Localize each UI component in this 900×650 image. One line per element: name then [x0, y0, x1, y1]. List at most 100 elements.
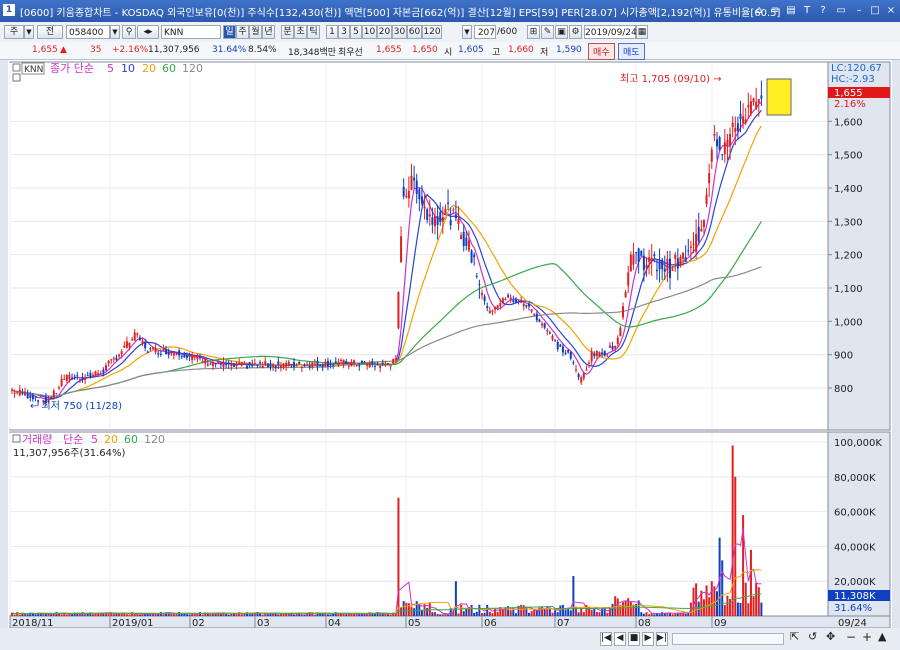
- minute-30[interactable]: 30: [392, 25, 407, 39]
- volume-bar: [554, 610, 557, 616]
- volume-bar: [726, 595, 729, 616]
- minute-20[interactable]: 20: [377, 25, 392, 39]
- volume-panel[interactable]: [9, 431, 829, 617]
- minute-10[interactable]: 10: [362, 25, 377, 39]
- candle-body: [243, 363, 246, 365]
- volume-bar: [671, 614, 674, 616]
- expand-icon[interactable]: ▲: [878, 630, 886, 643]
- candle-body: [752, 98, 755, 103]
- volume-bar: [214, 613, 217, 616]
- period-main-button[interactable]: 주: [4, 25, 24, 39]
- name-input[interactable]: KNN: [161, 25, 221, 39]
- date-input[interactable]: 2019/09/24: [584, 25, 637, 39]
- maximize-icon[interactable]: □: [868, 4, 882, 17]
- interval-month[interactable]: 월: [249, 25, 262, 39]
- open-label: 시: [444, 48, 453, 58]
- count-dropdown-icon[interactable]: ▼: [462, 25, 472, 39]
- interval-year[interactable]: 년: [262, 25, 275, 39]
- candle-body: [332, 364, 335, 366]
- scroll-track[interactable]: [672, 633, 784, 645]
- stop-icon[interactable]: ■: [628, 632, 640, 646]
- candle-body: [272, 364, 275, 367]
- candle-body: [697, 226, 700, 242]
- interval-minute[interactable]: 분: [281, 25, 294, 39]
- code-input[interactable]: 058400: [66, 25, 110, 39]
- candle-body: [736, 123, 739, 132]
- candle-body: [684, 256, 687, 262]
- candle-body: [739, 113, 742, 120]
- scroll-last-icon[interactable]: ▶|: [656, 632, 668, 646]
- volume-bar: [303, 614, 306, 616]
- candle-body: [21, 392, 24, 395]
- print-icon[interactable]: ▤: [784, 4, 798, 17]
- stock-chart[interactable]: 1,600 1,500 1,400 1,300 1,200 1,100 1,000 900 80…: [8, 60, 892, 629]
- price-panel[interactable]: [9, 61, 829, 431]
- x-tick-label: 06: [484, 618, 497, 628]
- interval-tick[interactable]: 틱: [307, 25, 320, 39]
- volume-bar: [593, 608, 596, 616]
- candle-body: [193, 355, 196, 358]
- period-dropdown-icon[interactable]: ▼: [24, 25, 34, 39]
- price-tick-label: 800: [834, 384, 853, 395]
- zoom-fit-icon[interactable]: ⇱: [790, 630, 799, 643]
- cursor-icon[interactable]: ⊞: [527, 25, 540, 39]
- minute-1[interactable]: 1: [326, 25, 338, 39]
- zoom-reset-icon[interactable]: ↺: [808, 630, 817, 643]
- history-icon[interactable]: ◂▸: [137, 25, 159, 39]
- candle-body: [499, 303, 502, 307]
- minute-5[interactable]: 5: [350, 25, 362, 39]
- candle-body: [285, 362, 288, 367]
- high-annotation: 최고 1,705 (09/10) →: [620, 73, 722, 85]
- interval-week[interactable]: 주: [236, 25, 249, 39]
- minute-60[interactable]: 60: [407, 25, 422, 39]
- candle-body: [144, 341, 147, 349]
- tool-icon[interactable]: ✎: [541, 25, 554, 39]
- yellow-marker-box[interactable]: [766, 78, 792, 116]
- search-icon[interactable]: ⚲: [122, 25, 136, 39]
- candle-body: [475, 276, 478, 278]
- chart-area[interactable]: 1,600 1,500 1,400 1,300 1,200 1,100 1,000 900 80…: [8, 60, 892, 629]
- crosshair-icon[interactable]: ✥: [826, 630, 835, 643]
- candle-body: [277, 361, 280, 365]
- candle-body: [65, 374, 68, 381]
- text-icon[interactable]: T: [800, 4, 814, 17]
- scroll-first-icon[interactable]: |◀: [600, 632, 612, 646]
- calendar-icon[interactable]: ▦: [636, 25, 648, 39]
- scroll-next-icon[interactable]: ▶: [642, 632, 654, 646]
- count-input[interactable]: 207: [474, 25, 496, 39]
- volume-bar: [188, 614, 191, 616]
- volume-bar: [128, 614, 131, 616]
- minute-3[interactable]: 3: [338, 25, 350, 39]
- code-dropdown-icon[interactable]: ▼: [110, 25, 120, 39]
- candle-body: [311, 362, 314, 368]
- settings-icon[interactable]: ≡: [768, 4, 782, 17]
- candle-body: [410, 175, 413, 190]
- volume-bar: [514, 613, 517, 616]
- volume-bar: [457, 613, 460, 616]
- interval-day[interactable]: 일: [223, 25, 236, 39]
- buy-button[interactable]: 매수: [588, 43, 615, 60]
- sell-button[interactable]: 매도: [618, 43, 645, 60]
- candle-body: [674, 254, 677, 259]
- candle-body: [240, 362, 243, 366]
- candle-body: [525, 304, 528, 307]
- lc-label: LC:120.67: [831, 63, 882, 74]
- candle-body: [175, 354, 178, 356]
- save-icon[interactable]: ▣: [555, 25, 568, 39]
- minute-120[interactable]: 120: [422, 25, 442, 39]
- gear-icon[interactable]: ⚙: [569, 25, 582, 39]
- candle-body: [118, 354, 121, 357]
- interval-second[interactable]: 초: [294, 25, 307, 39]
- candle-body: [470, 250, 473, 263]
- zoom-in-icon[interactable]: +: [862, 630, 872, 644]
- volume-bar: [561, 604, 564, 616]
- minimize-icon[interactable]: –: [852, 4, 866, 17]
- close-icon[interactable]: ×: [884, 4, 898, 17]
- help-icon[interactable]: ?: [816, 4, 830, 17]
- period-select[interactable]: 전: [37, 25, 63, 39]
- link-icon[interactable]: ⌂: [752, 4, 766, 17]
- candle-body: [355, 364, 358, 366]
- zoom-out-icon[interactable]: −: [846, 630, 856, 644]
- pin-icon[interactable]: ▭: [834, 4, 848, 17]
- scroll-prev-icon[interactable]: ◀: [614, 632, 626, 646]
